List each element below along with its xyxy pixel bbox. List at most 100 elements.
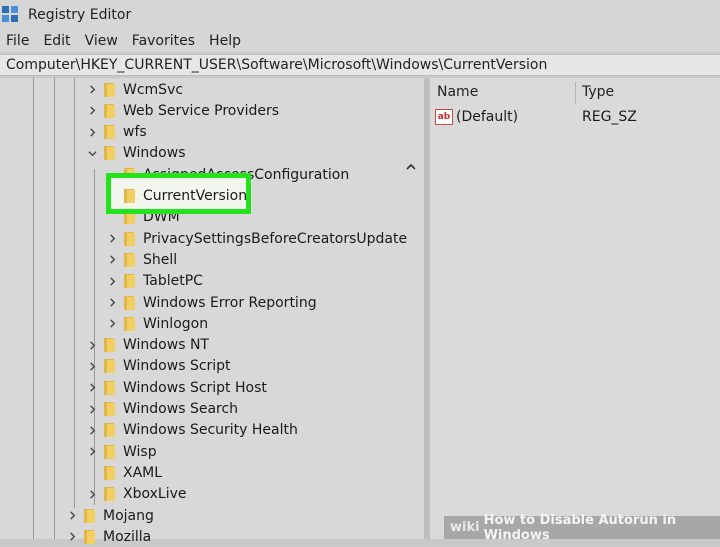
tree-node-label: Windows Search xyxy=(123,401,239,417)
values-pane[interactable] xyxy=(430,78,720,539)
chevron-right-icon[interactable] xyxy=(86,424,98,436)
folder-icon xyxy=(104,486,116,502)
chevron-right-icon[interactable] xyxy=(86,488,98,500)
folder-icon xyxy=(124,316,136,332)
tree-node[interactable]: Mojang xyxy=(66,505,154,526)
chevron-right-icon[interactable] xyxy=(106,233,118,245)
tree-node[interactable]: Windows Script xyxy=(86,356,231,377)
tree-node-label: WcmSvc xyxy=(123,81,184,98)
address-path[interactable]: Computer\HKEY_CURRENT_USER\Software\Micr… xyxy=(0,57,547,73)
scroll-up-button[interactable] xyxy=(404,160,418,174)
tree-node[interactable]: PrivacySettingsBeforeCreatorsUpdate xyxy=(106,228,407,249)
tree-guide-line xyxy=(33,78,34,539)
chevron-right-icon[interactable] xyxy=(106,254,118,266)
tree-spacer[interactable] xyxy=(106,190,118,202)
tree-node-label: XAML xyxy=(123,464,163,481)
folder-icon xyxy=(104,337,116,353)
folder-icon xyxy=(104,145,116,161)
chevron-right-icon[interactable] xyxy=(86,403,98,415)
menu-help[interactable]: Help xyxy=(203,33,249,49)
column-header-name[interactable]: Name xyxy=(437,84,478,100)
folder-icon xyxy=(104,422,116,438)
tree-node[interactable]: Windows Security Health xyxy=(86,420,298,441)
tree-node-label: Windows Error Reporting xyxy=(143,294,317,311)
tree-node-label: XboxLive xyxy=(123,486,187,503)
folder-icon xyxy=(124,188,136,204)
folder-icon xyxy=(124,252,136,268)
folder-icon xyxy=(104,444,116,460)
folder-icon xyxy=(124,273,136,289)
chevron-right-icon[interactable] xyxy=(106,297,118,309)
tree-node-label: CurrentVersion xyxy=(143,188,248,204)
folder-icon xyxy=(104,380,116,396)
watermark-brand: wiki xyxy=(450,520,480,535)
chevron-right-icon[interactable] xyxy=(66,531,78,543)
folder-icon xyxy=(84,529,96,545)
tree-node[interactable]: WcmSvc xyxy=(86,79,183,100)
chevron-right-icon[interactable] xyxy=(106,318,118,330)
folder-icon xyxy=(84,508,96,524)
chevron-right-icon[interactable] xyxy=(86,105,98,117)
tree-node-label: wfs xyxy=(123,124,147,141)
menu-view[interactable]: View xyxy=(79,33,126,49)
tree-guide-line xyxy=(74,78,75,508)
tree-node-label: Winlogon xyxy=(143,315,209,332)
chevron-right-icon[interactable] xyxy=(86,360,98,372)
tree-node[interactable]: Web Service Providers xyxy=(86,100,279,121)
tree-node-label: Wisp xyxy=(123,443,157,460)
chevron-right-icon[interactable] xyxy=(86,84,98,96)
tree-node-label: Windows xyxy=(123,145,186,162)
value-type: REG_SZ xyxy=(582,109,637,125)
wikihow-watermark: wiki How to Disable Autorun in Windows xyxy=(444,513,720,543)
tree-node[interactable]: Mozilla xyxy=(66,526,151,547)
menu-file[interactable]: File xyxy=(0,33,37,49)
tree-node[interactable]: Windows Search xyxy=(86,399,238,420)
chevron-right-icon[interactable] xyxy=(106,275,118,287)
watermark-text: How to Disable Autorun in Windows xyxy=(483,512,677,543)
chevron-right-icon[interactable] xyxy=(66,510,78,522)
chevron-right-icon[interactable] xyxy=(86,126,98,138)
tree-node-label: Mozilla xyxy=(103,528,152,545)
address-bar[interactable]: Computer\HKEY_CURRENT_USER\Software\Micr… xyxy=(0,54,720,76)
menu-favorites[interactable]: Favorites xyxy=(126,33,203,49)
folder-icon xyxy=(104,401,116,417)
tree-node[interactable]: Windows Error Reporting xyxy=(106,292,317,313)
tree-node[interactable]: Windows Script Host xyxy=(86,377,267,398)
registry-editor-icon xyxy=(2,6,20,24)
value-row[interactable]: ab (Default) xyxy=(435,108,518,126)
folder-icon xyxy=(104,103,116,119)
chevron-right-icon[interactable] xyxy=(86,446,98,458)
title-bar: Registry Editor xyxy=(0,0,720,30)
chevron-up-icon xyxy=(406,163,416,170)
chevron-down-icon[interactable] xyxy=(86,147,98,159)
tree-node-label: Windows Security Health xyxy=(123,422,298,439)
tree-node[interactable]: Windows xyxy=(86,143,186,164)
menu-bar: File Edit View Favorites Help xyxy=(0,30,720,52)
tree-node[interactable]: Wisp xyxy=(86,441,157,462)
tree-node[interactable]: Windows NT xyxy=(86,335,209,356)
menu-edit[interactable]: Edit xyxy=(37,33,78,49)
folder-icon xyxy=(124,231,136,247)
tree-node-label: Web Service Providers xyxy=(123,102,280,119)
column-header-type[interactable]: Type xyxy=(582,84,614,100)
tree-node[interactable]: Shell xyxy=(106,249,177,270)
column-separator[interactable] xyxy=(575,82,576,104)
tree-node[interactable]: TabletPC xyxy=(106,271,203,292)
tree-node-label: TabletPC xyxy=(143,273,203,290)
tree-node-label: Windows Script Host xyxy=(123,379,267,396)
folder-icon xyxy=(104,124,116,140)
tree-node-label: PrivacySettingsBeforeCreatorsUpdate xyxy=(143,230,408,247)
tree-node[interactable]: XboxLive xyxy=(86,484,187,505)
chevron-right-icon[interactable] xyxy=(86,382,98,394)
chevron-right-icon[interactable] xyxy=(86,339,98,351)
tree-node[interactable]: wfs xyxy=(86,122,147,143)
folder-icon xyxy=(124,295,136,311)
tree-node-label: Windows Script xyxy=(123,358,231,375)
tree-node[interactable]: XAML xyxy=(86,462,162,483)
tree-node[interactable]: Winlogon xyxy=(106,313,208,334)
window-title: Registry Editor xyxy=(28,7,132,23)
folder-icon xyxy=(104,82,116,98)
tree-guide-line xyxy=(54,78,55,539)
tree-node[interactable]: CurrentVersion xyxy=(106,186,247,207)
